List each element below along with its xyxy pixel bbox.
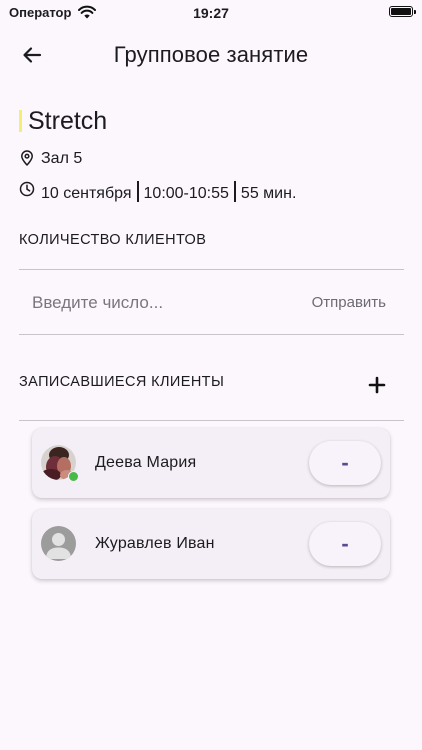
page-title: Групповое занятие [113,42,309,67]
clock-time: 19:27 [193,5,229,21]
client-card: Журавлев Иван - [32,509,390,579]
client-count-row: Отправить [19,286,404,320]
class-time-range: 10:00-10:55 [143,185,229,202]
client-count-label: КОЛИЧЕСТВО КЛИЕНТОВ [19,232,207,248]
separator [233,181,236,202]
title-accent-bar [19,110,22,132]
online-status-dot [68,471,79,482]
class-location: Зал 5 [41,150,83,167]
client-card: Деева Мария - [32,428,390,498]
client-name: Журавлев Иван [95,535,215,552]
location-pin-icon [21,150,33,166]
default-user-icon [41,526,76,561]
status-bar: Оператор 19:27 [0,0,422,26]
remove-client-button[interactable]: - [309,441,381,485]
separator [136,181,139,202]
battery-icon [389,6,416,17]
client-count-input[interactable] [32,286,282,320]
class-schedule: 10 сентября 10:00-10:55 55 мин. [41,181,296,203]
clock-icon [19,181,35,197]
divider [19,420,404,421]
client-name: Деева Мария [95,454,197,471]
enrolled-clients-label: ЗАПИСАВШИЕСЯ КЛИЕНТЫ [19,374,225,390]
add-client-button[interactable] [364,372,390,398]
avatar [41,526,76,561]
class-date: 10 сентября [41,185,132,202]
divider [19,334,404,335]
remove-client-button[interactable]: - [309,522,381,566]
class-duration: 55 мин. [240,185,297,202]
divider [19,269,404,270]
class-name: Stretch [28,107,108,135]
submit-count-button[interactable]: Отправить [312,294,386,311]
